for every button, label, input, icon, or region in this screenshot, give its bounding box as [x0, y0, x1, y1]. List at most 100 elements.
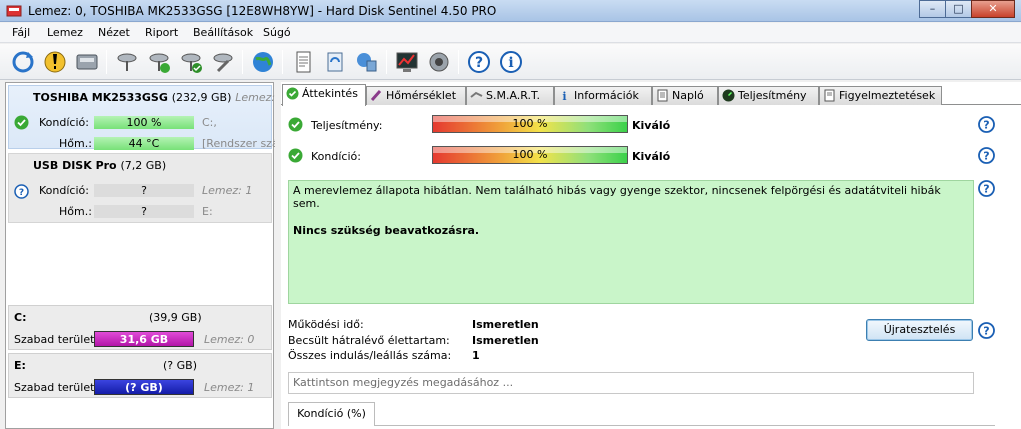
- drive-e-entry[interactable]: E: (? GB) Szabad terület (? GB) Lemez: 1: [8, 353, 272, 398]
- help-icon[interactable]: ?: [466, 49, 492, 75]
- graph-icon[interactable]: [394, 49, 420, 75]
- sync-icon[interactable]: [322, 49, 348, 75]
- alert-icon[interactable]: [42, 49, 68, 75]
- alerts-icon: [824, 89, 835, 102]
- tab-alerts[interactable]: Figyelmeztetések: [819, 86, 942, 105]
- toolbar: ? i: [0, 44, 1021, 80]
- menu-view[interactable]: Nézet: [98, 26, 130, 39]
- tab-information[interactable]: i Információk: [554, 86, 652, 105]
- ok-status-icon: [14, 115, 29, 130]
- disk-entry-toshiba[interactable]: TOSHIBA MK2533GSG (232,9 GB) Lemez: 0 Ko…: [8, 85, 286, 150]
- document-icon[interactable]: [290, 49, 316, 75]
- summary-recommendation: Nincs szükség beavatkozásra.: [293, 224, 480, 237]
- retest-button[interactable]: Újratesztelés: [866, 319, 973, 341]
- network-icon[interactable]: [354, 49, 380, 75]
- temp-label: Hőm.:: [59, 205, 92, 218]
- free-space-label: Szabad terület: [14, 333, 95, 346]
- performance-ok-icon: [288, 117, 303, 132]
- toolbar-separator: [242, 50, 243, 74]
- tab-health-chart[interactable]: Kondíció (%): [288, 402, 375, 426]
- close-button[interactable]: ✕: [971, 0, 1015, 18]
- health-rating: Kiváló: [632, 150, 671, 163]
- health-label: Kondíció:: [311, 150, 361, 163]
- unknown-status-icon: ?: [14, 184, 29, 199]
- performance-bar: 100 %: [432, 115, 628, 133]
- tab-overview[interactable]: Áttekintés: [282, 84, 366, 106]
- health-value: 100 %: [512, 148, 548, 161]
- svg-text:i: i: [562, 90, 566, 102]
- health-value: 100 %: [94, 116, 194, 129]
- tab-temperature[interactable]: Hőmérséklet: [366, 86, 466, 105]
- performance-value: 100 %: [512, 117, 548, 130]
- tab-performance[interactable]: Teljesítmény: [718, 86, 819, 105]
- smart-icon: [470, 91, 483, 98]
- menu-help[interactable]: Súgó: [263, 26, 291, 39]
- globe-icon[interactable]: [250, 49, 276, 75]
- health-ok-icon: [288, 148, 303, 163]
- tab-label: Napló: [672, 89, 704, 102]
- toolbar-separator: [458, 50, 459, 74]
- disk-icon[interactable]: [74, 49, 100, 75]
- svg-text:?: ?: [983, 183, 989, 196]
- free-space-bar: (? GB): [94, 379, 194, 395]
- menu-file[interactable]: Fájl: [12, 26, 30, 39]
- drive-size: (? GB): [163, 359, 197, 372]
- gauge-icon: [722, 89, 735, 102]
- thermometer-icon: [370, 90, 382, 101]
- drive-c-entry[interactable]: C: (39,9 GB) Szabad terület 31,6 GB Leme…: [8, 305, 272, 350]
- svg-text:?: ?: [983, 119, 989, 132]
- log-icon: [657, 89, 668, 102]
- probe-ok-icon[interactable]: [146, 49, 172, 75]
- help-icon[interactable]: ?: [978, 322, 995, 339]
- toolbar-separator: [106, 50, 107, 74]
- performance-rating: Kiváló: [632, 119, 671, 132]
- uptime-label: Működési idő:: [288, 318, 364, 331]
- menu-disk[interactable]: Lemez: [47, 26, 83, 39]
- lifetime-label: Becsült hátralévő élettartam:: [288, 334, 450, 347]
- summary-text: A merevlemez állapota hibátlan. Nem talá…: [293, 184, 941, 210]
- drive-disk: Lemez: 0: [204, 333, 255, 346]
- performance-label: Teljesítmény:: [311, 119, 383, 132]
- drive-letter: E:: [14, 359, 26, 372]
- maximize-button[interactable]: □: [945, 0, 972, 18]
- toolbar-separator: [282, 50, 283, 74]
- svg-text:i: i: [508, 55, 513, 71]
- toolbar-separator: [386, 50, 387, 74]
- note-input[interactable]: Kattintson megjegyzés megadásához ...: [288, 372, 974, 394]
- tab-smart[interactable]: S.M.A.R.T.: [466, 86, 554, 105]
- tab-log[interactable]: Napló: [652, 86, 718, 105]
- probe-icon[interactable]: [114, 49, 140, 75]
- minimize-button[interactable]: –: [919, 0, 946, 18]
- svg-text:?: ?: [19, 188, 24, 198]
- probe-tool-icon[interactable]: [210, 49, 236, 75]
- start-stop-label: Összes indulás/leállás száma:: [288, 349, 452, 362]
- tab-label: S.M.A.R.T.: [486, 89, 540, 102]
- menu-report[interactable]: Riport: [145, 26, 178, 39]
- info-icon[interactable]: i: [498, 49, 524, 75]
- temp-value: 44 °C: [94, 137, 194, 150]
- refresh-icon[interactable]: [10, 49, 36, 75]
- menu-settings[interactable]: Beállítások: [193, 26, 253, 39]
- help-icon[interactable]: ?: [978, 180, 995, 197]
- tab-label: Teljesítmény: [738, 89, 807, 102]
- help-icon[interactable]: ?: [978, 147, 995, 164]
- probe-check-icon[interactable]: [178, 49, 204, 75]
- ok-icon: [286, 87, 299, 100]
- health-drive: C:,: [202, 116, 217, 129]
- health-label: Kondíció:: [39, 184, 89, 197]
- health-summary-box: A merevlemez állapota hibátlan. Nem talá…: [288, 180, 974, 304]
- temp-label: Hőm.:: [59, 137, 92, 150]
- svg-text:?: ?: [983, 325, 989, 338]
- help-icon[interactable]: ?: [978, 116, 995, 133]
- menu-bar: Fájl Lemez Nézet Riport Beállítások Súgó: [0, 23, 1021, 43]
- subtab-divider: [375, 425, 995, 426]
- health-value: ?: [94, 184, 194, 197]
- details-pane: Áttekintés Hőmérséklet S.M.A.R.T. i Info…: [281, 82, 1021, 429]
- speaker-icon[interactable]: [426, 49, 452, 75]
- disk-list-pane: TOSHIBA MK2533GSG (232,9 GB) Lemez: 0 Ko…: [5, 82, 286, 429]
- tab-label: Figyelmeztetések: [839, 89, 936, 102]
- window-title: Lemez: 0, TOSHIBA MK2533GSG [12E8WH8YW] …: [28, 4, 497, 18]
- tab-label: Információk: [574, 89, 639, 102]
- disk-entry-usb[interactable]: USB DISK Pro (7,2 GB) ? Kondíció: ? Leme…: [8, 153, 272, 223]
- disk-name: USB DISK Pro (7,2 GB): [33, 159, 167, 172]
